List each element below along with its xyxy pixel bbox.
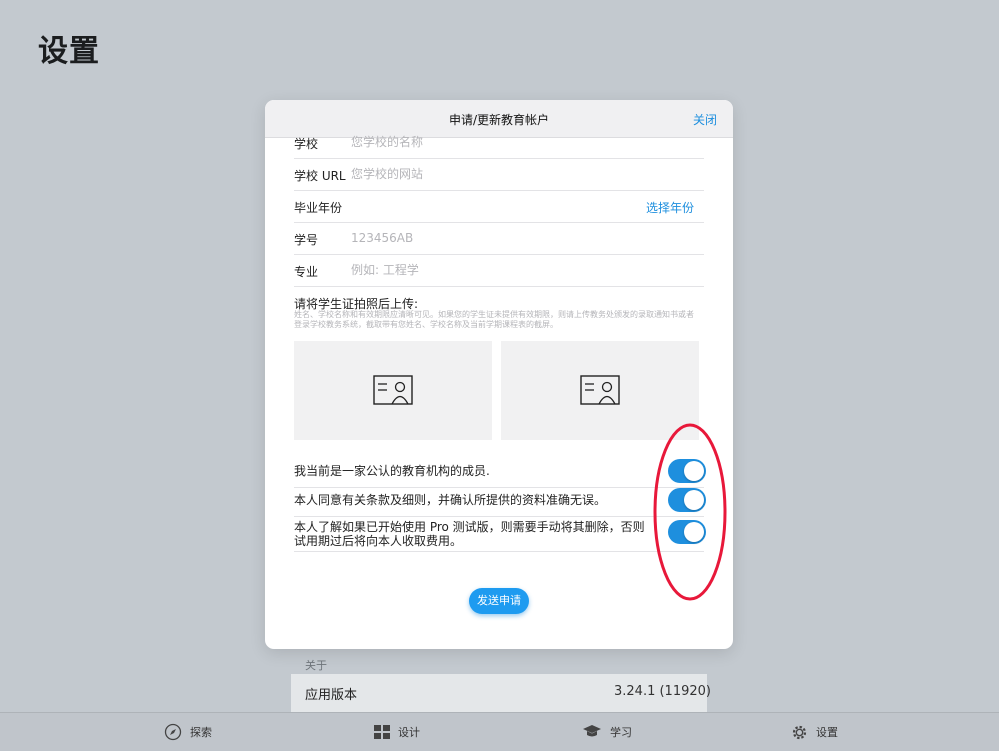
submit-button[interactable]: 发送申请 xyxy=(469,588,529,614)
major-label: 专业 xyxy=(294,265,319,279)
pro-beta-switch[interactable] xyxy=(668,520,706,544)
member-text: 我当前是一家公认的教育机构的成员. xyxy=(294,464,490,478)
graduation-year-label: 毕业年份 xyxy=(294,201,343,215)
tab-explore[interactable]: 探索 xyxy=(164,713,212,751)
compass-icon xyxy=(164,723,182,741)
upload-id-back[interactable] xyxy=(501,341,699,440)
school-label: 学校 xyxy=(294,137,319,151)
school-input[interactable] xyxy=(351,133,651,151)
school-url-label: 学校 URL xyxy=(294,169,346,183)
tab-learn[interactable]: 学习 xyxy=(582,713,632,751)
tab-bar: 探索 设计 学习 设置 xyxy=(0,712,999,751)
toggle-row-member: 我当前是一家公认的教育机构的成员. xyxy=(294,457,706,488)
school-url-input[interactable] xyxy=(351,165,651,183)
student-id-row: 学号 xyxy=(294,222,704,255)
major-row: 专业 xyxy=(294,254,704,287)
tab-explore-label: 探索 xyxy=(190,726,212,739)
major-input[interactable] xyxy=(351,261,651,279)
terms-text: 本人同意有关条款及细则，并确认所提供的资料准确无误。 xyxy=(294,493,607,507)
id-card-icon xyxy=(580,375,620,405)
tab-design-label: 设计 xyxy=(398,726,420,739)
graduation-cap-icon xyxy=(582,724,602,740)
tab-settings[interactable]: 设置 xyxy=(791,713,838,751)
toggle-row-pro-beta: 本人了解如果已开始使用 Pro 测试版，则需要手动将其删除，否则试用期过后将向本… xyxy=(294,517,706,552)
student-id-label: 学号 xyxy=(294,233,319,247)
id-card-icon xyxy=(373,375,413,405)
grid-icon xyxy=(374,725,390,739)
tab-design[interactable]: 设计 xyxy=(374,713,420,751)
education-account-dialog: 申请/更新教育帐户 关闭 学校 学校 URL 毕业年份 选择年份 学号 专业 请… xyxy=(265,100,733,649)
app-version-value: 3.24.1 (11920) xyxy=(614,684,711,699)
upload-hint: 姓名、学校名称和有效期限应清晰可见。如果您的学生证未提供有效期限，则请上传教务处… xyxy=(294,310,694,329)
school-url-row: 学校 URL xyxy=(294,158,704,191)
toggle-row-terms: 本人同意有关条款及细则，并确认所提供的资料准确无误。 xyxy=(294,488,706,517)
terms-switch[interactable] xyxy=(668,488,706,512)
pro-beta-text: 本人了解如果已开始使用 Pro 测试版，则需要手动将其删除，否则试用期过后将向本… xyxy=(294,520,645,548)
tab-settings-label: 设置 xyxy=(816,726,838,739)
page-title: 设置 xyxy=(38,34,100,69)
upload-id-front[interactable] xyxy=(294,341,492,440)
student-id-input[interactable] xyxy=(351,229,651,247)
school-row: 学校 xyxy=(294,126,704,159)
member-switch[interactable] xyxy=(668,459,706,483)
gear-icon xyxy=(791,724,808,741)
about-section-label: 关于 xyxy=(305,659,327,672)
graduation-year-row: 毕业年份 选择年份 xyxy=(294,190,704,223)
select-year-button[interactable]: 选择年份 xyxy=(646,199,694,216)
tab-learn-label: 学习 xyxy=(610,726,632,739)
app-version-label: 应用版本 xyxy=(305,688,358,703)
